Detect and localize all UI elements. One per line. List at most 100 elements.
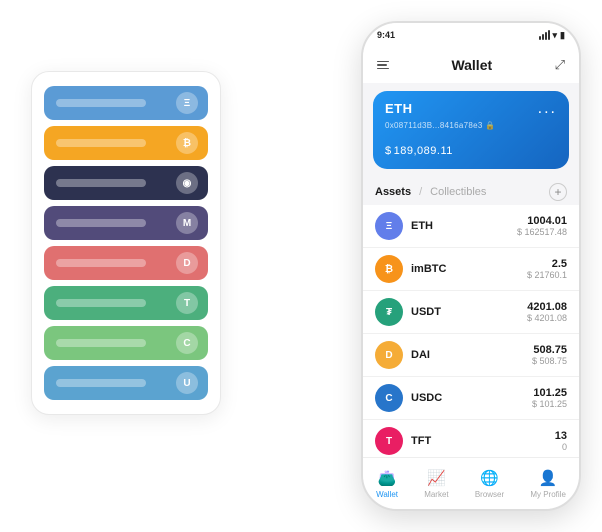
card-icon-6: C: [176, 332, 198, 354]
balance-amount: 189,089.11: [394, 145, 453, 157]
asset-name-eth: ETH: [411, 220, 517, 232]
phone-header: Wallet ⤢: [363, 47, 579, 83]
stack-card-2[interactable]: ◉: [44, 166, 208, 200]
status-bar: 9:41 ▾ ▮: [363, 23, 579, 47]
eth-balance: $189,089.11: [385, 138, 557, 159]
nav-label-wallet: Wallet: [376, 490, 398, 499]
asset-item-usdt[interactable]: ₮ USDT4201.08$ 4201.08: [363, 291, 579, 334]
balance-prefix: $: [385, 145, 392, 157]
status-icons: ▾ ▮: [539, 30, 565, 41]
battery-icon: ▮: [560, 30, 565, 41]
card-label-bar-4: [56, 259, 146, 267]
asset-amount-usd-imbtc: $ 21760.1: [527, 270, 567, 280]
asset-amounts-usdt: 4201.08$ 4201.08: [527, 301, 567, 323]
phone-frame: 9:41 ▾ ▮ Wallet ⤢: [361, 21, 581, 511]
stack-card-6[interactable]: C: [44, 326, 208, 360]
nav-label-browser: Browser: [475, 490, 504, 499]
tab-collectibles[interactable]: Collectibles: [430, 186, 486, 198]
asset-amount-main-usdt: 4201.08: [527, 301, 567, 313]
asset-name-tft: TFT: [411, 435, 555, 447]
tab-divider: /: [419, 186, 422, 198]
asset-amounts-tft: 130: [555, 430, 567, 452]
stack-card-5[interactable]: T: [44, 286, 208, 320]
asset-amount-main-usdc: 101.25: [532, 387, 567, 399]
asset-item-usdc[interactable]: C USDC101.25$ 101.25: [363, 377, 579, 420]
asset-icon-dai: D: [375, 341, 403, 369]
card-icon-5: T: [176, 292, 198, 314]
wallet-title: Wallet: [451, 57, 492, 73]
card-label-bar-5: [56, 299, 146, 307]
asset-amount-usd-dai: $ 508.75: [532, 356, 567, 366]
stack-card-1[interactable]: ₿: [44, 126, 208, 160]
card-icon-0: Ξ: [176, 92, 198, 114]
stack-card-4[interactable]: D: [44, 246, 208, 280]
card-icon-2: ◉: [176, 172, 198, 194]
asset-amounts-imbtc: 2.5$ 21760.1: [527, 258, 567, 280]
asset-amount-usd-eth: $ 162517.48: [517, 227, 567, 237]
card-label-bar-3: [56, 219, 146, 227]
phone-body: ETH ... 0x08711d3B...8416a78e3 🔒 $189,08…: [363, 83, 579, 457]
bottom-nav: 👛 Wallet 📈 Market 🌐 Browser 👤 My Profile: [363, 457, 579, 509]
asset-name-usdt: USDT: [411, 306, 527, 318]
asset-icon-usdc: C: [375, 384, 403, 412]
card-label-bar-7: [56, 379, 146, 387]
eth-card-name: ETH: [385, 101, 413, 116]
asset-amount-usd-usdt: $ 4201.08: [527, 313, 567, 323]
asset-item-imbtc[interactable]: ₿ imBTC2.5$ 21760.1: [363, 248, 579, 291]
asset-amount-main-dai: 508.75: [532, 344, 567, 356]
assets-header: Assets / Collectibles +: [363, 177, 579, 205]
signal-icon: [539, 30, 550, 40]
nav-icon-my-profile: 👤: [538, 468, 558, 488]
asset-amounts-usdc: 101.25$ 101.25: [532, 387, 567, 409]
nav-item-browser[interactable]: 🌐 Browser: [475, 468, 504, 499]
asset-amounts-dai: 508.75$ 508.75: [532, 344, 567, 366]
asset-icon-imbtc: ₿: [375, 255, 403, 283]
card-label-bar-2: [56, 179, 146, 187]
asset-icon-usdt: ₮: [375, 298, 403, 326]
card-icon-7: U: [176, 372, 198, 394]
asset-amount-main-imbtc: 2.5: [527, 258, 567, 270]
eth-address: 0x08711d3B...8416a78e3 🔒: [385, 121, 557, 130]
stack-card-0[interactable]: Ξ: [44, 86, 208, 120]
asset-amount-usd-tft: 0: [555, 442, 567, 452]
assets-tabs: Assets / Collectibles: [375, 186, 486, 198]
card-icon-3: M: [176, 212, 198, 234]
card-label-bar-6: [56, 339, 146, 347]
card-icon-1: ₿: [176, 132, 198, 154]
asset-amount-usd-usdc: $ 101.25: [532, 399, 567, 409]
status-time: 9:41: [377, 30, 395, 40]
stack-card-7[interactable]: U: [44, 366, 208, 400]
card-label-bar-0: [56, 99, 146, 107]
nav-icon-wallet: 👛: [377, 468, 397, 488]
nav-label-my-profile: My Profile: [530, 490, 566, 499]
asset-item-tft[interactable]: T TFT130: [363, 420, 579, 457]
nav-icon-market: 📈: [426, 468, 446, 488]
card-icon-4: D: [176, 252, 198, 274]
asset-item-eth[interactable]: Ξ ETH1004.01$ 162517.48: [363, 205, 579, 248]
asset-name-usdc: USDC: [411, 392, 532, 404]
eth-balance-card[interactable]: ETH ... 0x08711d3B...8416a78e3 🔒 $189,08…: [373, 91, 569, 169]
asset-item-dai[interactable]: D DAI508.75$ 508.75: [363, 334, 579, 377]
tab-assets[interactable]: Assets: [375, 186, 411, 198]
asset-name-imbtc: imBTC: [411, 263, 527, 275]
card-label-bar-1: [56, 139, 146, 147]
asset-icon-eth: Ξ: [375, 212, 403, 240]
menu-icon[interactable]: [377, 61, 389, 70]
wifi-icon: ▾: [553, 30, 558, 41]
nav-icon-browser: 🌐: [479, 468, 499, 488]
nav-item-wallet[interactable]: 👛 Wallet: [376, 468, 398, 499]
card-stack: Ξ ₿ ◉ MDTCU: [31, 71, 221, 415]
asset-amount-main-tft: 13: [555, 430, 567, 442]
nav-item-my-profile[interactable]: 👤 My Profile: [530, 468, 566, 499]
asset-amount-main-eth: 1004.01: [517, 215, 567, 227]
asset-list: Ξ ETH1004.01$ 162517.48 ₿ imBTC2.5$ 21760.1…: [363, 205, 579, 457]
nav-label-market: Market: [424, 490, 448, 499]
stack-card-3[interactable]: M: [44, 206, 208, 240]
asset-amounts-eth: 1004.01$ 162517.48: [517, 215, 567, 237]
expand-icon[interactable]: ⤢: [555, 57, 565, 73]
asset-name-dai: DAI: [411, 349, 532, 361]
eth-card-menu[interactable]: ...: [538, 101, 557, 117]
asset-icon-tft: T: [375, 427, 403, 455]
nav-item-market[interactable]: 📈 Market: [424, 468, 448, 499]
add-asset-button[interactable]: +: [549, 183, 567, 201]
